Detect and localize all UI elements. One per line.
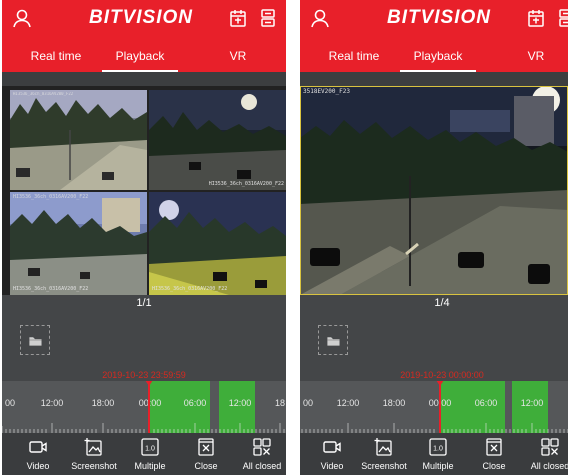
tab-vr[interactable]: VR: [208, 46, 268, 72]
channel-label: HI3536_36ch_0316AV200_F22: [208, 181, 284, 187]
app-logo: BITVISION: [88, 7, 193, 28]
close-icon: [196, 437, 216, 457]
folder-icon[interactable]: [20, 325, 50, 355]
video-button[interactable]: Video: [10, 433, 66, 475]
close-button[interactable]: Close: [466, 433, 522, 475]
timeline-label: 18:00: [91, 398, 115, 408]
multiple-speed-button[interactable]: 1.0 Multiple: [122, 433, 178, 475]
close-all-label: All closed: [530, 461, 568, 471]
channel-label: HI3536_36ch_0316AV200_F22: [13, 286, 89, 292]
bottom-toolbar: Video Screenshot 1.0 Multiple Close All …: [300, 433, 568, 475]
video-grid: HI3536_36ch_0316AV200_F22 HI3536_36ch_03…: [2, 86, 286, 295]
timeline-label: 18: [274, 398, 286, 408]
phone-screen-right: BITVISION Real time Playback VR 3518EV20…: [300, 0, 568, 475]
calendar-icon[interactable]: [526, 8, 546, 28]
timeline-label: 12:00: [228, 398, 252, 408]
timeline-ticks: [301, 423, 568, 433]
speed-icon: 1.0: [140, 437, 160, 457]
channel-label: 3518EV200_F23: [303, 88, 350, 95]
speed-value: 1.0: [433, 446, 443, 453]
video-single: 3518EV200_F23: [300, 86, 568, 295]
channel-label: HI3536_36ch_0316AV200_F22: [13, 194, 89, 200]
timeline-label: 06:00: [474, 398, 498, 408]
speed-value: 1.0: [145, 446, 155, 453]
timeline-label: 00:00: [138, 398, 162, 408]
tab-playback[interactable]: Playback: [394, 46, 482, 72]
timeline-label: 00: [4, 398, 16, 408]
timeline-ticks: [2, 423, 285, 433]
divider-strip: [300, 72, 568, 86]
close-all-icon: [252, 437, 272, 457]
page-indicator: 1/4: [434, 297, 450, 309]
channel-label: HI3536_36ch_0316AV200_F22: [13, 92, 74, 97]
app-logo: BITVISION: [386, 7, 491, 28]
tab-real-time[interactable]: Real time: [310, 46, 398, 72]
dvr-icon[interactable]: [258, 8, 278, 28]
camera-view[interactable]: HI3536_36ch_0316AV200_F22: [149, 192, 286, 295]
timeline-cursor[interactable]: [436, 381, 444, 433]
playback-timestamp: 2019-10-23 23:59:59: [102, 370, 186, 380]
camera-view[interactable]: HI3536_36ch_0316AV200_F22: [149, 90, 286, 190]
screenshot-button[interactable]: Screenshot: [66, 433, 122, 475]
speed-icon: 1.0: [428, 437, 448, 457]
dvr-icon[interactable]: [556, 8, 568, 28]
timeline-cursor[interactable]: [145, 381, 153, 433]
camera-view[interactable]: 3518EV200_F23: [300, 86, 568, 295]
user-icon[interactable]: [310, 8, 330, 28]
calendar-icon[interactable]: [228, 8, 248, 28]
screenshot-icon: [374, 437, 394, 457]
timeline-label: 12:00: [520, 398, 544, 408]
timeline-label: 18:00: [382, 398, 406, 408]
channel-label: HI3536_36ch_0316AV200_F22: [152, 286, 228, 292]
page-indicator: 1/1: [136, 297, 152, 309]
video-camera-icon: [322, 437, 342, 457]
bottom-toolbar: Video Screenshot 1.0 Multiple Close All …: [2, 433, 286, 475]
app-header: BITVISION Real time Playback VR: [300, 0, 568, 72]
divider-strip: [2, 72, 286, 86]
tab-playback[interactable]: Playback: [96, 46, 184, 72]
folder-icon[interactable]: [318, 325, 348, 355]
tab-real-time[interactable]: Real time: [12, 46, 100, 72]
close-all-icon: [540, 437, 560, 457]
close-all-label: All closed: [242, 461, 282, 471]
camera-view[interactable]: HI3536_36ch_0316AV200_F22 HI3536_36ch_03…: [10, 192, 147, 295]
close-icon: [484, 437, 504, 457]
phone-screen-left: BITVISION Real time Playback VR HI3536_3…: [2, 0, 286, 475]
camera-view[interactable]: HI3536_36ch_0316AV200_F22: [10, 90, 147, 190]
tab-bar: Real time Playback VR: [2, 44, 286, 72]
timeline-label: 00: [302, 398, 314, 408]
video-camera-icon: [28, 437, 48, 457]
user-icon[interactable]: [12, 8, 32, 28]
close-all-button[interactable]: All closed: [234, 433, 286, 475]
tab-vr[interactable]: VR: [506, 46, 566, 72]
timeline-label: 12:00: [336, 398, 360, 408]
playback-timeline[interactable]: 00 12:00 18:00 00:00 06:00 12:00 18: [2, 381, 286, 433]
close-button[interactable]: Close: [178, 433, 234, 475]
tab-bar: Real time Playback VR: [300, 44, 568, 72]
app-header: BITVISION Real time Playback VR: [2, 0, 286, 72]
screenshot-icon: [84, 437, 104, 457]
playback-timestamp: 2019-10-23 00:00:00: [400, 370, 484, 380]
multiple-speed-button[interactable]: 1.0 Multiple: [410, 433, 466, 475]
timeline-label: 06:00: [183, 398, 207, 408]
timeline-label: 12:00: [40, 398, 64, 408]
close-all-button[interactable]: All closed: [522, 433, 568, 475]
playback-timeline[interactable]: 00 12:00 18:00 00:00 06:00 12:00: [300, 381, 568, 433]
